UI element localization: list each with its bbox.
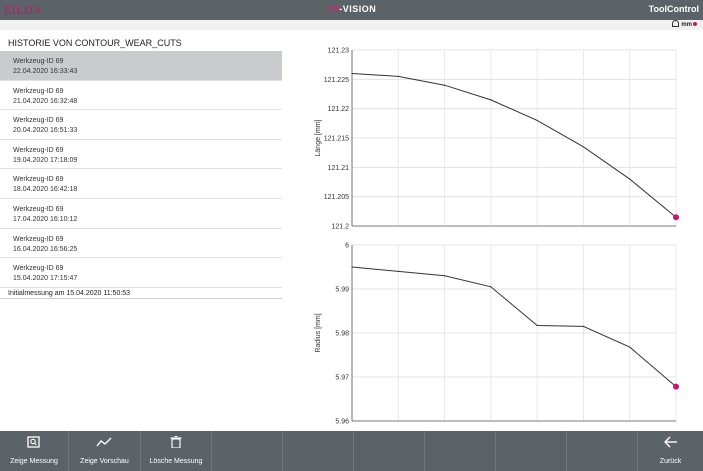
item-date: 17.04.2020 16:10:12 bbox=[13, 215, 78, 223]
divider bbox=[353, 431, 354, 471]
data-point bbox=[351, 72, 353, 75]
data-point bbox=[397, 270, 399, 272]
y-tick-label: 121.215 bbox=[324, 136, 349, 143]
list-item[interactable]: Werkzeug-ID 69 17.04.2020 16:10:12 bbox=[0, 199, 282, 229]
item-date: 15.04.2020 17:15:47 bbox=[13, 275, 78, 283]
data-point bbox=[629, 178, 631, 180]
sub-bar: mm bbox=[0, 20, 703, 30]
series-line bbox=[351, 72, 677, 218]
show-preview-label: Zeige Vorschau bbox=[80, 458, 129, 465]
app-title-rest: -VISION bbox=[339, 4, 377, 14]
item-date: 22.04.2020 16:33:43 bbox=[13, 68, 78, 75]
item-name: Werkzeug-ID 69 bbox=[13, 205, 64, 213]
y-tick-label: 5.96 bbox=[335, 419, 349, 426]
magnifier-icon bbox=[27, 436, 40, 448]
data-point bbox=[582, 146, 585, 148]
data-point bbox=[536, 119, 538, 121]
unit-label: mm bbox=[681, 22, 692, 28]
divider bbox=[566, 431, 567, 471]
unit-indicator[interactable]: mm bbox=[672, 20, 697, 28]
y-tick-label: 121.21 bbox=[328, 165, 350, 172]
y-tick-label: 5.99 bbox=[335, 287, 349, 294]
data-point bbox=[490, 99, 492, 101]
item-date: 16.04.2020 16:56:25 bbox=[13, 245, 78, 253]
last-point-marker bbox=[673, 383, 679, 390]
item-name: Werkzeug-ID 69 bbox=[13, 58, 64, 65]
data-point bbox=[629, 346, 631, 348]
item-name: Werkzeug-ID 69 bbox=[13, 176, 64, 184]
divider bbox=[211, 431, 212, 471]
item-name: Werkzeug-ID 69 bbox=[13, 117, 64, 125]
trend-line-icon bbox=[96, 437, 112, 447]
list-item[interactable]: Werkzeug-ID 69 18.04.2020 16:42:18 bbox=[0, 169, 282, 199]
arrow-left-icon bbox=[664, 436, 677, 448]
series-line bbox=[351, 266, 677, 388]
y-tick-label: 121.23 bbox=[328, 48, 350, 55]
show-measurement-button[interactable]: Zeige Messung bbox=[0, 431, 68, 471]
divider bbox=[282, 431, 283, 471]
data-point bbox=[582, 325, 585, 327]
show-preview-button[interactable]: Zeige Vorschau bbox=[69, 431, 140, 471]
delete-measurement-label: Lösche Messung bbox=[149, 458, 203, 465]
delete-measurement-button[interactable]: Lösche Messung bbox=[141, 431, 211, 471]
history-title: HISTORIE VON CONTOUR_WEAR_CUTS bbox=[8, 38, 182, 48]
history-list: Werkzeug-ID 69 22.04.2020 16:33:43 Werkze… bbox=[0, 51, 282, 288]
y-tick-label: 5.97 bbox=[335, 375, 349, 382]
item-date: 20.04.2020 16:51:33 bbox=[13, 127, 78, 135]
data-point bbox=[536, 324, 538, 327]
data-point bbox=[443, 84, 446, 86]
data-point bbox=[490, 286, 492, 288]
item-name: Werkzeug-ID 69 bbox=[13, 235, 64, 243]
item-name: Werkzeug-ID 69 bbox=[13, 87, 64, 95]
bottom-toolbar: Zeige Messung Zeige Vorschau Lösche Mess… bbox=[0, 431, 703, 471]
y-tick-label: 6 bbox=[345, 243, 349, 250]
list-item[interactable]: Werkzeug-ID 69 20.04.2020 16:51:33 bbox=[0, 110, 282, 140]
data-point bbox=[397, 75, 399, 77]
trash-icon bbox=[170, 436, 182, 448]
show-measurement-label: Zeige Messung bbox=[10, 458, 58, 465]
y-tick-label: 121.225 bbox=[324, 77, 349, 84]
list-item[interactable]: Werkzeug-ID 69 21.04.2020 16:32:48 bbox=[0, 81, 282, 111]
data-point bbox=[351, 266, 353, 268]
data-point bbox=[443, 275, 446, 277]
back-button[interactable]: Zurück bbox=[638, 431, 703, 471]
user-icon bbox=[672, 20, 680, 27]
list-item[interactable]: Werkzeug-ID 69 19.04.2020 17:18:09 bbox=[0, 140, 282, 170]
item-name: Werkzeug-ID 69 bbox=[13, 265, 64, 273]
divider bbox=[495, 431, 496, 471]
back-label: Zurück bbox=[659, 458, 682, 465]
status-dot-icon bbox=[693, 22, 697, 26]
app-title: LS-VISION bbox=[0, 4, 703, 14]
list-item[interactable]: Werkzeug-ID 69 16.04.2020 16:56:25 bbox=[0, 229, 282, 259]
length-chart: 121.23 121.225 121.22 121.215 121.21 121.205 1… bbox=[315, 48, 679, 231]
item-date: 18.04.2020 16:42:18 bbox=[13, 186, 78, 194]
last-point-marker bbox=[673, 214, 679, 221]
item-name: Werkzeug-ID 69 bbox=[13, 146, 64, 154]
top-bar: EILDA LS-VISION ToolControl bbox=[0, 0, 703, 20]
list-item[interactable]: Werkzeug-ID 69 15.04.2020 17:15:47 bbox=[0, 258, 282, 288]
radius-chart: 6 5.99 5.98 5.97 5.96 Radius [mm] bbox=[315, 243, 679, 426]
y-tick-label: 121.22 bbox=[328, 106, 350, 113]
y-axis-label: Radius [mm] bbox=[315, 313, 322, 352]
y-tick-label: 121.205 bbox=[324, 194, 349, 201]
y-tick-label: 5.98 bbox=[335, 331, 349, 338]
item-date: 19.04.2020 17:18:09 bbox=[13, 156, 78, 164]
initial-measurement: Initialmessung am 15.04.2020 11:50:53 bbox=[8, 290, 131, 297]
app-name: ToolControl bbox=[648, 4, 699, 14]
divider bbox=[424, 431, 425, 471]
y-axis-label: Länge [mm] bbox=[315, 119, 322, 156]
item-date: 21.04.2020 16:32:48 bbox=[13, 97, 78, 105]
list-item[interactable]: Werkzeug-ID 69 22.04.2020 16:33:43 bbox=[0, 51, 282, 81]
app-title-accent: LS bbox=[326, 4, 340, 14]
y-tick-label: 121.2 bbox=[331, 224, 349, 231]
charts-area: 121.23 121.225 121.22 121.215 121.21 121.205 1… bbox=[315, 48, 679, 426]
divider bbox=[0, 298, 282, 299]
